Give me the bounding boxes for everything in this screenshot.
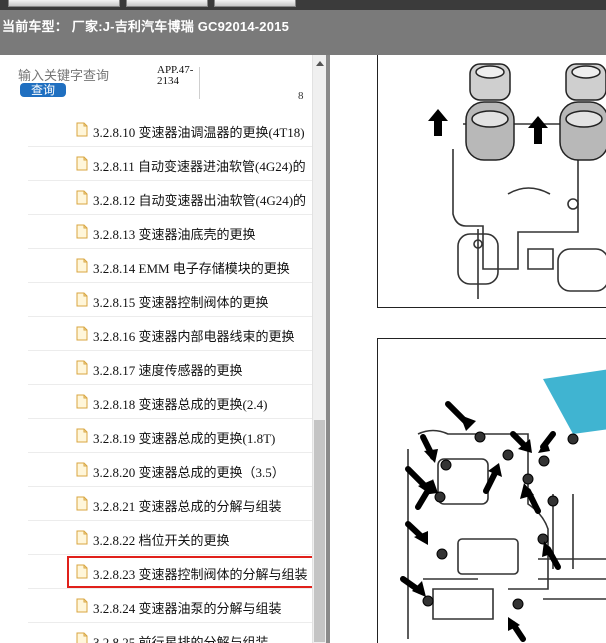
solenoid-illustration <box>428 63 606 299</box>
document-view <box>330 55 606 643</box>
document-icon <box>76 258 88 273</box>
page-number: 8 <box>298 90 304 102</box>
document-icon <box>76 428 88 443</box>
tree-item-label: 3.2.8.10 变速器油调温器的更换(4T18) <box>93 125 305 140</box>
tree-item-label: 3.2.8.12 自动变速器出油软管(4G24)的 <box>93 193 307 208</box>
tree-item-label: 3.2.8.20 变速器总成的更换（3.5） <box>93 465 285 480</box>
top-toolbar <box>0 0 606 10</box>
document-icon <box>76 360 88 375</box>
tree-item[interactable]: 3.2.8.25 前行星排的分解与组装 <box>28 623 312 643</box>
document-icon <box>76 122 88 137</box>
tree-item[interactable]: 3.2.8.24 变速器油泵的分解与组装 <box>28 589 312 623</box>
tree-item-label: 3.2.8.11 自动变速器进油软管(4G24)的 <box>93 159 306 174</box>
document-icon <box>76 632 88 643</box>
tree-item-label: 3.2.8.17 速度传感器的更换 <box>93 363 243 378</box>
vehicle-header: 当前车型： 厂家:J-吉利汽车博瑞 GC92014-2015 <box>0 10 606 55</box>
tree-item[interactable]: 3.2.8.14 EMM 电子存储模块的更换 <box>28 249 312 283</box>
tree-item-label: 3.2.8.22 档位开关的更换 <box>93 533 230 548</box>
toolbar-button-3[interactable] <box>214 0 296 7</box>
tree-item[interactable]: 3.2.8.12 自动变速器出油软管(4G24)的 <box>28 181 312 215</box>
search-button[interactable]: 查询 <box>20 83 66 97</box>
document-icon <box>76 394 88 409</box>
tree-item[interactable]: 3.2.8.21 变速器总成的分解与组装 <box>28 487 312 521</box>
tree-item[interactable]: 3.2.8.23 变速器控制阀体的分解与组装 <box>28 555 319 589</box>
document-icon <box>76 598 88 613</box>
tree-item[interactable]: 3.2.8.17 速度传感器的更换 <box>28 351 312 385</box>
tree-panel: 查询 APP.47-2134 8 3.2.8.10 变速器油调温器的更换(4T1… <box>0 55 328 643</box>
tree-item-label: 3.2.8.16 变速器内部电器线束的更换 <box>93 329 295 344</box>
document-icon <box>76 462 88 477</box>
figure-valve-body <box>377 338 606 643</box>
tree-item[interactable]: 3.2.8.10 变速器油调温器的更换(4T18) <box>28 113 312 147</box>
document-icon <box>76 564 88 579</box>
document-icon <box>76 224 88 239</box>
arrow-up-icon[interactable] <box>316 61 324 66</box>
tree-item[interactable]: 3.2.8.15 变速器控制阀体的更换 <box>28 283 312 317</box>
tree-item-label: 3.2.8.18 变速器总成的更换(2.4) <box>93 397 268 412</box>
tree-item[interactable]: 3.2.8.16 变速器内部电器线束的更换 <box>28 317 312 351</box>
tree-item-label: 3.2.8.19 变速器总成的更换(1.8T) <box>93 431 276 446</box>
tree-item[interactable]: 3.2.8.18 变速器总成的更换(2.4) <box>28 385 312 419</box>
tree-scrollbar[interactable] <box>312 55 326 643</box>
document-icon <box>76 292 88 307</box>
tree-item-label: 3.2.8.15 变速器控制阀体的更换 <box>93 295 269 310</box>
watermark-shape <box>543 369 606 434</box>
tree-item[interactable]: 3.2.8.13 变速器油底壳的更换 <box>28 215 312 249</box>
document-icon <box>76 326 88 341</box>
tree-item[interactable]: 3.2.8.20 变速器总成的更换（3.5） <box>28 453 312 487</box>
search-bar: 查询 APP.47-2134 8 <box>0 55 312 105</box>
document-icon <box>76 530 88 545</box>
tree-item[interactable]: 3.2.8.11 自动变速器进油软管(4G24)的 <box>28 147 312 181</box>
tree-item-label: 3.2.8.24 变速器油泵的分解与组装 <box>93 601 282 616</box>
tree-item-label: 3.2.8.13 变速器油底壳的更换 <box>93 227 256 242</box>
toolbar-button-2[interactable] <box>126 0 208 7</box>
tree-item[interactable]: 3.2.8.22 档位开关的更换 <box>28 521 312 555</box>
document-icon <box>76 190 88 205</box>
figure-solenoids <box>377 55 606 308</box>
toolbar-button-1[interactable] <box>8 0 120 7</box>
document-icon <box>76 496 88 511</box>
vehicle-model-label: 当前车型： 厂家:J-吉利汽车博瑞 GC92014-2015 <box>2 19 290 34</box>
tree-item-label: 3.2.8.23 变速器控制阀体的分解与组装 <box>93 567 308 582</box>
divider <box>199 67 200 99</box>
tree-item-label: 3.2.8.25 前行星排的分解与组装 <box>93 635 269 643</box>
document-icon <box>76 156 88 171</box>
tree-item-label: 3.2.8.21 变速器总成的分解与组装 <box>93 499 282 514</box>
tree-item[interactable]: 3.2.8.19 变速器总成的更换(1.8T) <box>28 419 312 453</box>
tree-item-label: 3.2.8.14 EMM 电子存储模块的更换 <box>93 261 290 276</box>
valve-body-illustration <box>400 369 606 642</box>
app-code: APP.47-2134 <box>157 64 194 87</box>
scrollbar-thumb[interactable] <box>314 420 325 642</box>
